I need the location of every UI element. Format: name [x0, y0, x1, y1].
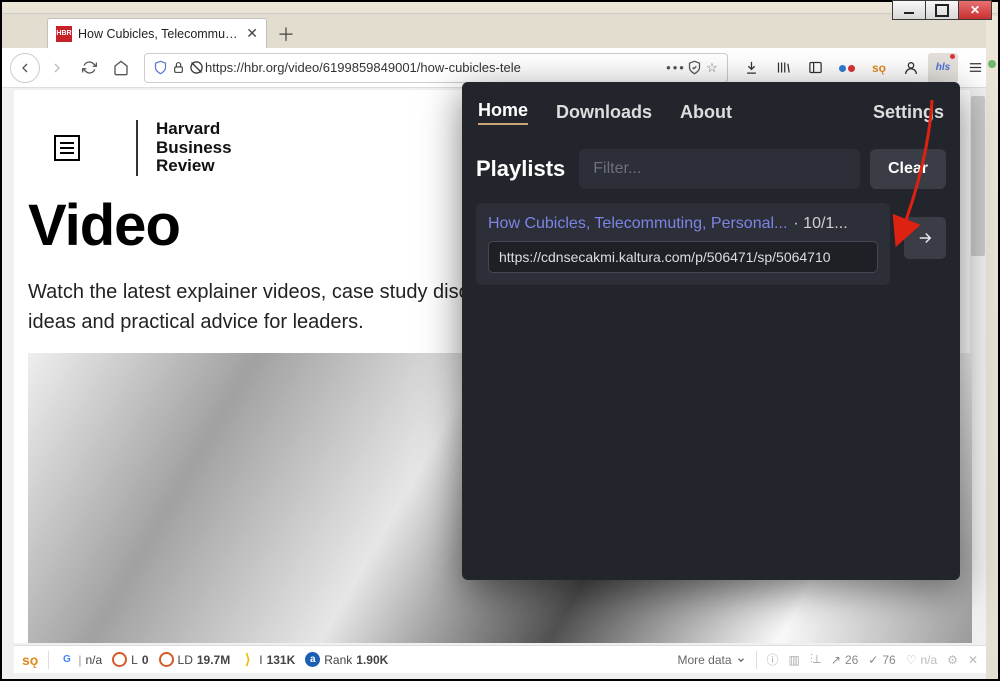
sidebar-icon[interactable]	[800, 53, 830, 83]
site-logo[interactable]: Harvard Business Review	[136, 120, 232, 176]
tab-favicon: HBR	[56, 26, 72, 42]
playlist-item-meta: · 10/1...	[793, 215, 847, 233]
brand-line: Review	[156, 157, 232, 176]
sb-LD[interactable]: LD 19.7M	[159, 652, 231, 667]
scrollbar[interactable]	[970, 90, 986, 643]
sb-seoquake-icon[interactable]: sǫ	[22, 652, 38, 668]
tab-close-icon[interactable]: ✕	[246, 25, 258, 42]
sb-I-value: 131K	[267, 653, 296, 667]
sb-close-icon[interactable]: ✕	[968, 653, 978, 667]
sb-gear-icon[interactable]: ⚙	[947, 653, 958, 667]
back-button[interactable]	[10, 53, 40, 83]
sb-I[interactable]: ⟩ I 131K	[240, 652, 295, 667]
status-bar: sǫ G | n/a L 0 LD 19.7M ⟩ I 131K a Rank …	[14, 645, 986, 673]
library-icon[interactable]	[768, 53, 798, 83]
sb-L[interactable]: L 0	[112, 652, 148, 667]
popup-nav-downloads[interactable]: Downloads	[556, 102, 652, 123]
window-maximize-button[interactable]	[925, 0, 959, 20]
clear-button[interactable]: Clear	[870, 149, 946, 189]
sb-info-icon[interactable]: ⓘ	[767, 651, 779, 668]
browser-tab[interactable]: HBR How Cubicles, Telecommuting ✕	[47, 18, 267, 48]
lock-icon	[169, 61, 187, 74]
more-icon[interactable]: •••	[667, 60, 685, 75]
address-bar[interactable]: https://hbr.org/video/6199859849001/how-…	[144, 53, 728, 83]
extension-colorful-icon[interactable]	[832, 53, 862, 83]
sb-more-data[interactable]: More data	[677, 653, 745, 667]
bookmark-icon[interactable]: ☆	[703, 60, 721, 76]
browser-tabbar: HBR How Cubicles, Telecommuting ✕ ＋	[2, 14, 998, 48]
window-minimize-button[interactable]	[892, 0, 926, 20]
new-tab-button[interactable]: ＋	[271, 20, 301, 48]
sb-L-value: 0	[142, 653, 149, 667]
brand-line: Harvard	[156, 120, 232, 139]
sb-google-value: n/a	[85, 653, 102, 667]
playlist-item-title[interactable]: How Cubicles, Telecommuting, Personal...	[488, 215, 787, 233]
popup-nav: Home Downloads About Settings	[476, 96, 946, 139]
sb-LD-value: 19.7M	[197, 653, 230, 667]
permissions-icon	[187, 60, 205, 75]
extension-popup: Home Downloads About Settings Playlists …	[462, 82, 960, 580]
playlists-heading: Playlists	[476, 156, 565, 182]
filter-input[interactable]	[579, 149, 860, 189]
scrollbar-thumb[interactable]	[971, 96, 985, 256]
tab-title: How Cubicles, Telecommuting	[78, 27, 240, 41]
popup-nav-about[interactable]: About	[680, 102, 732, 123]
reload-button[interactable]	[74, 53, 104, 83]
sb-checks[interactable]: ✓ 76	[868, 653, 895, 667]
shield-icon	[151, 60, 169, 75]
sb-rank[interactable]: a Rank 1.90K	[305, 652, 388, 667]
brand-line: Business	[156, 139, 232, 158]
popup-nav-home[interactable]: Home	[478, 100, 528, 125]
playlist-item: How Cubicles, Telecommuting, Personal...…	[476, 203, 890, 285]
playlist-go-button[interactable]	[904, 217, 946, 259]
account-icon[interactable]	[896, 53, 926, 83]
window-close-button[interactable]	[958, 0, 992, 20]
site-menu-button[interactable]	[54, 135, 80, 161]
popup-nav-settings[interactable]: Settings	[873, 102, 944, 123]
extension-download-icon[interactable]	[736, 53, 766, 83]
sb-panel-icon[interactable]: ▥	[789, 653, 800, 667]
extension-hls-icon[interactable]: hls	[928, 53, 958, 83]
extension-seoquake-icon[interactable]: sǫ	[864, 53, 894, 83]
sb-links-out[interactable]: ↗ 26	[831, 653, 858, 667]
forward-button[interactable]	[42, 53, 72, 83]
home-button[interactable]	[106, 53, 136, 83]
sb-diag-icon[interactable]: ⫶⊥	[810, 652, 821, 667]
sb-heart[interactable]: ♡ n/a	[906, 653, 937, 667]
sb-rank-value: 1.90K	[356, 653, 388, 667]
url-text: https://hbr.org/video/6199859849001/how-…	[205, 60, 667, 75]
reader-icon[interactable]	[685, 60, 703, 75]
playlist-item-url[interactable]	[488, 241, 878, 273]
sb-google[interactable]: G | n/a	[59, 652, 102, 667]
